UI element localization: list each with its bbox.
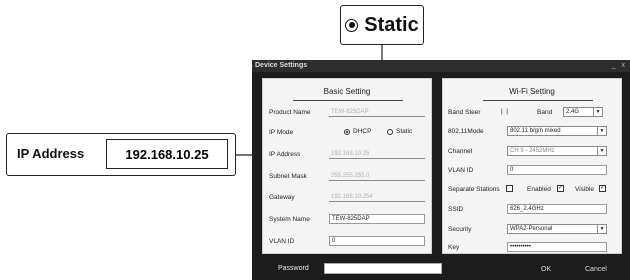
password-field[interactable]: [324, 263, 442, 274]
channel-label: Channel: [448, 148, 473, 155]
wifi-vlan-field[interactable]: 0: [507, 165, 607, 175]
vlan-id-field[interactable]: 0: [329, 236, 425, 246]
ip-address-callout: IP Address 192.168.10.25: [6, 133, 236, 176]
mode-value: 802.11 b/g/n mixed: [510, 128, 561, 134]
static-radio[interactable]: [387, 129, 393, 135]
wifi-setting-title: Wi-Fi Setting: [509, 87, 555, 96]
chevron-down-icon: ▼: [597, 225, 606, 233]
device-settings-window: Device Settings _ x Basic Setting Produc…: [252, 60, 630, 280]
ip-callout-value: 192.168.10.25: [106, 139, 228, 169]
key-field[interactable]: ••••••••••: [507, 242, 607, 252]
channel-select[interactable]: CH 9 - 2452MHz ▼: [507, 146, 607, 156]
ip-callout-label: IP Address: [17, 146, 85, 161]
product-name-field: TEW-825DAP: [329, 107, 425, 117]
band-value: 2.4G: [566, 109, 580, 115]
band-steer-label: Band Steer: [448, 109, 481, 116]
ip-address-field[interactable]: 192.168.10.25: [329, 149, 425, 159]
channel-value: CH 9 - 2452MHz: [510, 148, 555, 154]
security-label: Security: [448, 226, 472, 233]
key-label: Key: [448, 244, 460, 251]
security-value: WPA2-Personal: [510, 226, 553, 232]
chevron-down-icon: ▼: [597, 147, 606, 155]
band-steer-toggle[interactable]: | |: [501, 108, 508, 115]
basic-title-rule: [293, 100, 403, 101]
static-radio-icon: [345, 18, 359, 32]
window-controls[interactable]: _ x: [612, 60, 627, 72]
window-titlebar: Device Settings _ x: [252, 60, 630, 72]
system-name-field[interactable]: TEW-825DAP: [329, 214, 425, 224]
dhcp-label: DHCP: [353, 128, 372, 135]
visible-label: Visible: [575, 186, 595, 193]
static-callout: Static: [340, 5, 424, 45]
wifi-vlan-label: VLAN ID: [448, 167, 474, 174]
window-title: Device Settings: [255, 62, 308, 69]
wifi-title-rule: [483, 100, 593, 101]
ssid-label: SSID: [448, 206, 464, 213]
ssid-field[interactable]: 626_2.4GHz: [507, 204, 607, 214]
separate-stations-label: Separate Stations: [448, 186, 500, 193]
visible-checkbox[interactable]: ✓: [599, 185, 606, 192]
gateway-label: Gateway: [269, 194, 295, 201]
subnet-mask-field[interactable]: 255.255.255.0: [329, 171, 425, 181]
vlan-id-label: VLAN ID: [269, 238, 295, 245]
mode-select[interactable]: 802.11 b/g/n mixed ▼: [507, 126, 607, 136]
wifi-setting-panel: Wi-Fi Setting Band Steer | | Band 2.4G ▼…: [442, 78, 622, 254]
chevron-down-icon: ▼: [593, 108, 602, 116]
chevron-down-icon: ▼: [597, 127, 606, 135]
ip-address-label: IP Address: [269, 151, 301, 158]
system-name-label: System Name: [269, 216, 310, 223]
enabled-label: Enabled: [527, 186, 551, 193]
basic-setting-panel: Basic Setting Product Name TEW-825DAP IP…: [262, 78, 432, 254]
enabled-checkbox[interactable]: ✓: [557, 185, 564, 192]
separate-stations-checkbox[interactable]: [506, 185, 513, 192]
static-label: Static: [396, 128, 413, 135]
ip-mode-label: IP Mode: [269, 129, 294, 136]
band-select[interactable]: 2.4G ▼: [563, 107, 603, 117]
security-select[interactable]: WPA2-Personal ▼: [507, 224, 607, 234]
ok-button[interactable]: OK: [541, 266, 551, 273]
static-callout-label: Static: [364, 13, 419, 36]
cancel-button[interactable]: Cancel: [585, 266, 607, 273]
dhcp-radio[interactable]: [344, 129, 350, 135]
basic-setting-title: Basic Setting: [323, 87, 371, 96]
subnet-mask-label: Subnet Mask: [269, 173, 307, 180]
product-name-label: Product Name: [269, 109, 311, 116]
mode-label: 802.11Mode: [448, 128, 484, 135]
band-label: Band: [537, 109, 553, 116]
password-label: Password: [278, 265, 309, 272]
gateway-field[interactable]: 192.168.10.254: [329, 192, 425, 202]
